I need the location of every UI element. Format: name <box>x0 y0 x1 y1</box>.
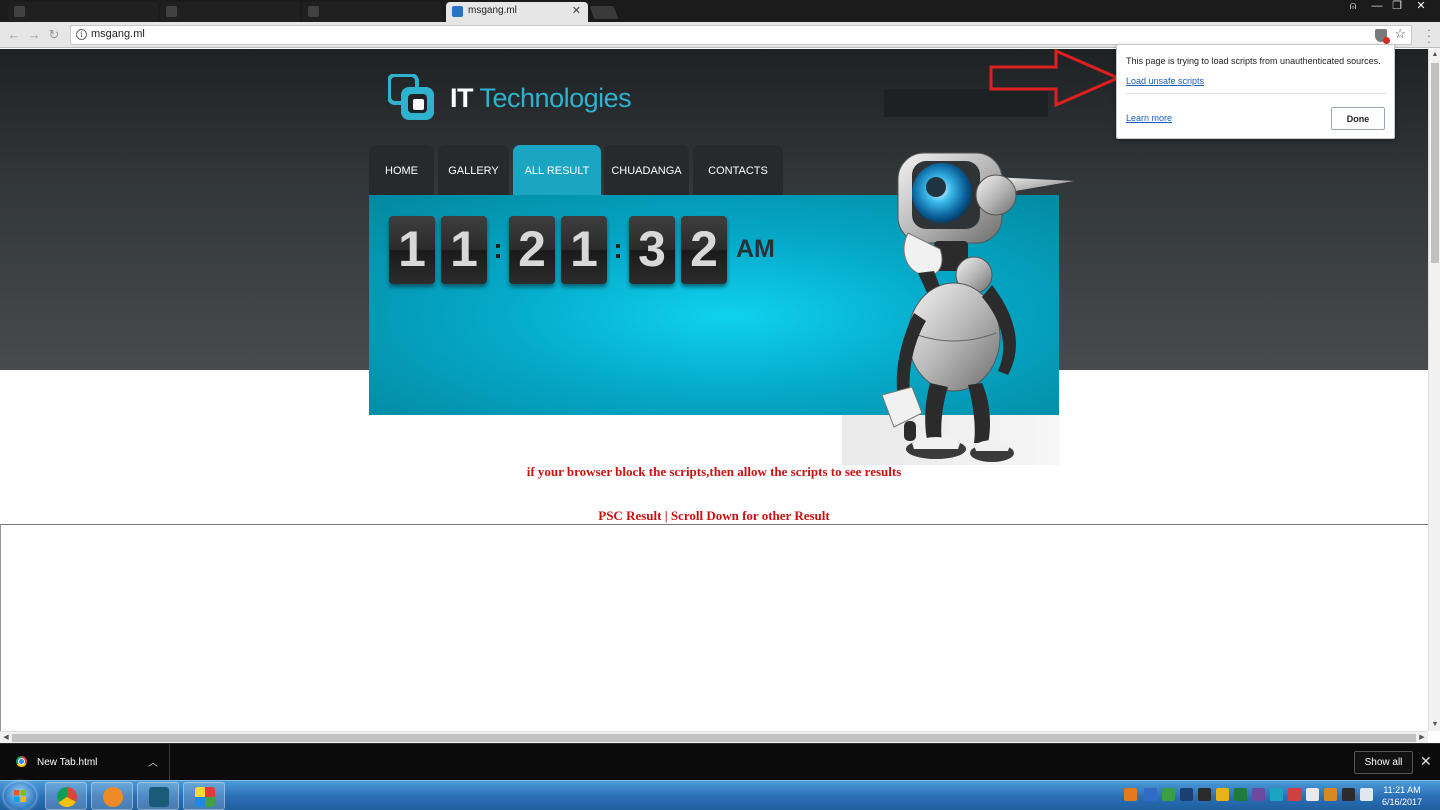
taskbar-app-pinwheel[interactable] <box>183 782 225 810</box>
tray-app-icon[interactable] <box>1324 788 1337 801</box>
learn-more-link[interactable]: Learn more <box>1126 113 1172 123</box>
close-window-button[interactable]: ✕ <box>1410 0 1432 14</box>
done-button[interactable]: Done <box>1331 107 1385 130</box>
clock-time: 11:21 AM <box>1383 785 1421 795</box>
logo-technologies: Technologies <box>479 83 632 113</box>
address-url: msgang.ml <box>91 28 145 40</box>
psc-result-heading: PSC Result | Scroll Down for other Resul… <box>598 508 830 523</box>
taskbar-clock[interactable]: 11:21 AM 6/16/2017 <box>1374 784 1430 808</box>
browser-tab[interactable] <box>160 2 300 22</box>
browser-menu-icon[interactable]: · · · <box>1426 23 1432 48</box>
back-button[interactable]: ← <box>6 27 22 43</box>
logo-icon <box>388 74 434 120</box>
scroll-down-icon[interactable]: ▼ <box>1429 719 1440 731</box>
nav-home[interactable]: HOME <box>369 145 434 195</box>
taskbar-app-teal[interactable] <box>137 782 179 810</box>
taskbar-app-orange[interactable] <box>91 782 133 810</box>
clock-colon: : <box>613 233 623 264</box>
taskbar-chrome[interactable] <box>45 782 87 810</box>
clock-digit: 1 <box>389 216 435 284</box>
close-download-bar-icon[interactable]: ✕ <box>1420 753 1432 770</box>
result-iframe[interactable] <box>0 524 1428 731</box>
clock-ampm: AM <box>736 235 775 263</box>
scroll-left-icon[interactable]: ◀ <box>0 732 12 743</box>
bubble-divider <box>1126 93 1387 94</box>
bookmark-star-icon[interactable]: ☆ <box>1394 26 1406 42</box>
info-icon[interactable]: i <box>76 29 87 40</box>
clock-digit: 2 <box>681 216 727 284</box>
tab-title: msgang.ml <box>468 5 517 16</box>
nav-gallery[interactable]: GALLERY <box>438 145 509 195</box>
app-orange-icon <box>103 787 123 807</box>
clock-date: 6/16/2017 <box>1381 797 1423 807</box>
windows-taskbar: 11:21 AM 6/16/2017 <box>0 780 1440 810</box>
download-filename: New Tab.html <box>37 757 98 768</box>
browser-tab-active[interactable]: msgang.ml ✕ <box>446 2 588 22</box>
chrome-file-icon <box>16 756 27 767</box>
tray-app-icon[interactable] <box>1198 788 1211 801</box>
favicon-icon <box>452 6 463 17</box>
tray-app-icon[interactable] <box>1288 788 1301 801</box>
nav-chuadanga[interactable]: CHUADANGA <box>604 145 689 195</box>
download-item[interactable]: New Tab.html ︿ <box>0 744 170 781</box>
browser-tab[interactable] <box>8 2 158 22</box>
chevron-up-icon[interactable]: ︿ <box>148 754 158 769</box>
clock-colon: : <box>493 233 503 264</box>
tray-app-icon[interactable] <box>1216 788 1229 801</box>
scroll-right-icon[interactable]: ▶ <box>1416 732 1428 743</box>
tray-app-icon[interactable] <box>1306 788 1319 801</box>
robot-illustration <box>881 152 1074 462</box>
reload-button[interactable]: ↻ <box>46 27 62 43</box>
tray-app-icon[interactable] <box>1144 788 1157 801</box>
clock-digit: 1 <box>561 216 607 284</box>
favicon-icon <box>166 6 177 17</box>
address-bar[interactable]: i msgang.ml ☆ <box>70 25 1412 45</box>
nav-all-result[interactable]: ALL RESULT <box>513 145 601 195</box>
favicon-icon <box>308 6 319 17</box>
download-bar: New Tab.html ︿ Show all ✕ <box>0 743 1440 781</box>
browser-tabstrip: msgang.ml ✕ ⍝ — ❐ ✕ <box>0 0 1440 22</box>
tray-app-icon[interactable] <box>1180 788 1193 801</box>
bubble-message: This page is trying to load scripts from… <box>1126 56 1381 66</box>
tab-close-icon[interactable]: ✕ <box>572 2 581 20</box>
red-arrow-icon <box>989 48 1122 108</box>
start-button[interactable] <box>4 782 36 810</box>
chrome-icon <box>57 787 77 807</box>
scroll-up-icon[interactable]: ▲ <box>1429 49 1440 61</box>
forward-button[interactable]: → <box>26 27 42 43</box>
restore-button[interactable]: ❐ <box>1386 0 1408 14</box>
tray-app-icon[interactable] <box>1234 788 1247 801</box>
clock-digit: 1 <box>441 216 487 284</box>
blocked-scripts-shield-icon[interactable] <box>1375 29 1390 44</box>
tray-search-icon[interactable] <box>1124 788 1137 801</box>
windows-logo-icon <box>14 790 26 802</box>
horizontal-scroll-thumb[interactable] <box>12 734 1416 742</box>
vertical-scrollbar[interactable]: ▲ ▼ <box>1428 49 1440 731</box>
clock-digit: 3 <box>629 216 675 284</box>
site-logo-text[interactable]: IT Technologies <box>450 83 632 114</box>
tray-app-icon[interactable] <box>1252 788 1265 801</box>
nav-contacts[interactable]: CONTACTS <box>693 145 783 195</box>
script-warning-message: if your browser block the scripts,then a… <box>526 464 902 479</box>
app-pinwheel-icon <box>195 787 215 807</box>
profile-icon[interactable]: ⍝ <box>1342 0 1364 14</box>
favicon-icon <box>14 6 25 17</box>
logo-it: IT <box>450 83 474 113</box>
horizontal-scrollbar[interactable]: ◀ ▶ <box>0 731 1428 743</box>
show-all-button[interactable]: Show all <box>1354 751 1413 774</box>
new-tab-button[interactable] <box>589 6 619 19</box>
tray-app-icon[interactable] <box>1270 788 1283 801</box>
vertical-scroll-thumb[interactable] <box>1431 63 1439 263</box>
minimize-button[interactable]: — <box>1366 0 1388 14</box>
insecure-content-bubble: This page is trying to load scripts from… <box>1116 44 1395 139</box>
browser-tab[interactable] <box>302 2 442 22</box>
load-unsafe-scripts-link[interactable]: Load unsafe scripts <box>1126 76 1204 86</box>
app-teal-icon <box>149 787 169 807</box>
volume-icon[interactable] <box>1360 788 1373 801</box>
network-icon[interactable] <box>1342 788 1355 801</box>
clock-digit: 2 <box>509 216 555 284</box>
tray-app-icon[interactable] <box>1162 788 1175 801</box>
page-viewport: IT Technologies HOME GALLERY ALL RESULT … <box>0 49 1440 743</box>
